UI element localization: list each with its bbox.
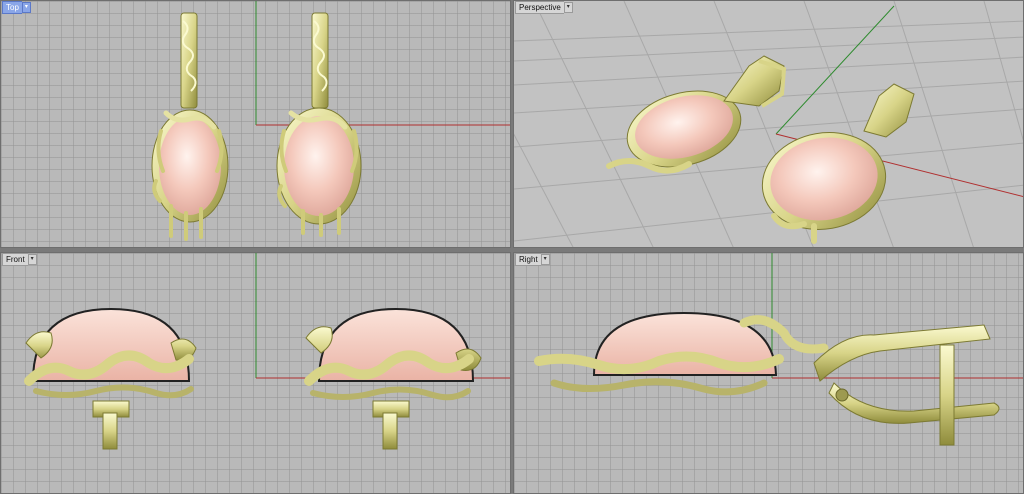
viewport-title[interactable]: Perspective [515, 1, 564, 14]
earring-front-left [24, 307, 197, 450]
earring-top-right [276, 12, 362, 237]
dropdown-arrow-icon[interactable]: ▾ [27, 254, 37, 265]
right-view-scene [534, 253, 1023, 446]
earring-top-left [151, 12, 229, 241]
earring-perspective-1 [606, 55, 787, 174]
viewport-title[interactable]: Right [515, 253, 541, 266]
viewport-title[interactable]: Front [2, 253, 28, 266]
right-viewport-tab[interactable]: Right ▾ [515, 253, 550, 266]
front-viewport[interactable]: Front ▾ [0, 252, 511, 494]
dropdown-arrow-icon[interactable]: ▾ [21, 2, 31, 13]
viewport-layout: Top ▾ Perspective ▾ Front ▾ Right ▾ [0, 0, 1024, 494]
top-viewport-tab[interactable]: Top ▾ [2, 1, 31, 14]
earring-right-view [534, 311, 1000, 446]
dropdown-arrow-icon[interactable]: ▾ [563, 2, 573, 13]
viewport-title[interactable]: Top [2, 1, 22, 14]
perspective-viewport-tab[interactable]: Perspective ▾ [515, 1, 573, 14]
top-view-scene [151, 1, 510, 241]
front-viewport-tab[interactable]: Front ▾ [2, 253, 37, 266]
perspective-view-scene [514, 1, 1023, 247]
dropdown-arrow-icon[interactable]: ▾ [540, 254, 550, 265]
perspective-viewport[interactable]: Perspective ▾ [513, 0, 1024, 248]
top-viewport[interactable]: Top ▾ [0, 0, 511, 248]
perspective-grid [514, 1, 1023, 247]
earring-front-right [304, 307, 482, 450]
front-view-scene [24, 253, 510, 450]
right-viewport[interactable]: Right ▾ [513, 252, 1024, 494]
